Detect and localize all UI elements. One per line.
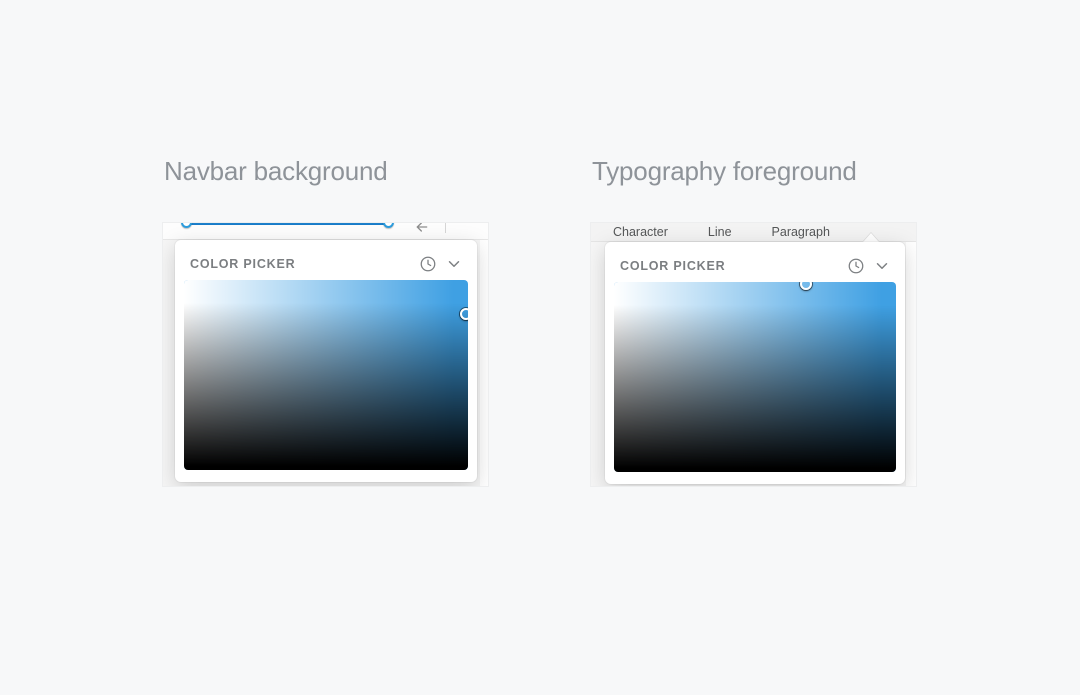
toolbar-divider — [445, 223, 446, 233]
slider-track[interactable] — [187, 223, 392, 225]
section-heading-left: Navbar background — [164, 156, 388, 187]
panel-background-peek — [480, 240, 488, 486]
typography-tabs: Character Line Paragraph — [591, 223, 916, 242]
slider-strip — [163, 223, 488, 240]
tab-line[interactable]: Line — [708, 225, 732, 239]
navbar-background-card: COLOR PICKER — [163, 223, 488, 486]
back-arrow-icon[interactable] — [414, 223, 430, 235]
swatch-cursor[interactable] — [460, 308, 468, 320]
slider-handle-end[interactable] — [383, 223, 394, 228]
clock-icon[interactable] — [846, 256, 866, 276]
slider-handle-start[interactable] — [181, 223, 192, 228]
color-picker-panel: COLOR PICKER — [605, 242, 905, 484]
typography-foreground-card: Character Line Paragraph COLOR PICKER — [591, 223, 916, 486]
chevron-down-icon[interactable] — [872, 256, 892, 276]
color-picker-panel: COLOR PICKER — [175, 240, 477, 482]
section-heading-right: Typography foreground — [592, 156, 857, 187]
tab-character[interactable]: Character — [613, 225, 668, 239]
popover-caret-icon — [863, 233, 879, 242]
color-swatch-area[interactable] — [184, 280, 468, 470]
tab-paragraph[interactable]: Paragraph — [772, 225, 830, 239]
panel-background-peek — [906, 242, 916, 486]
chevron-down-icon[interactable] — [444, 254, 464, 274]
color-picker-title: COLOR PICKER — [190, 257, 418, 271]
color-picker-title: COLOR PICKER — [620, 259, 846, 273]
clock-icon[interactable] — [418, 254, 438, 274]
color-swatch-area[interactable] — [614, 282, 896, 472]
